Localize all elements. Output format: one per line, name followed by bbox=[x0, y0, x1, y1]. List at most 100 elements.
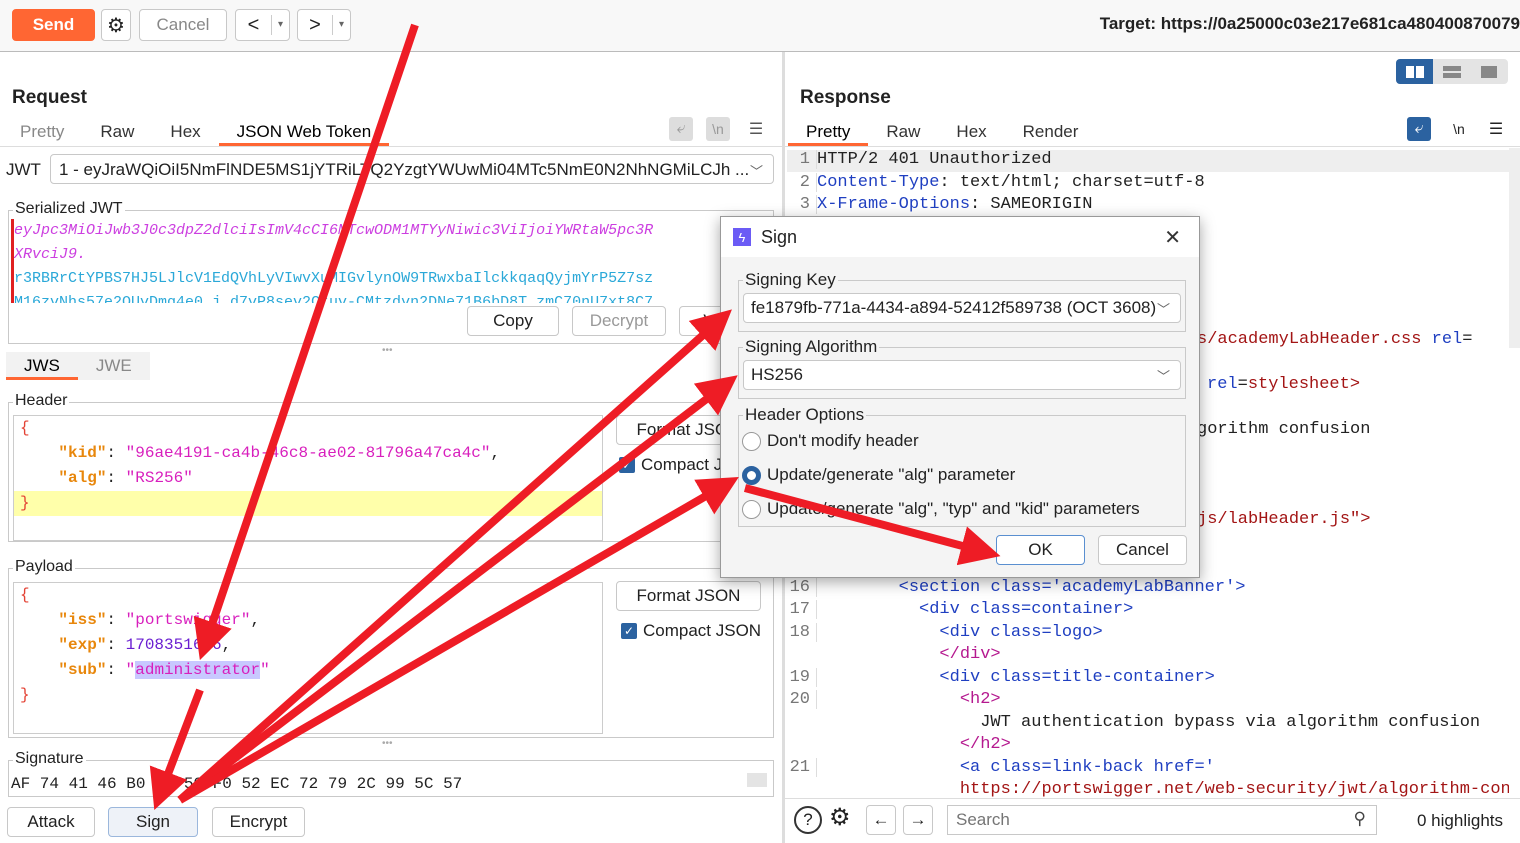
request-title: Request bbox=[12, 87, 87, 108]
close-icon[interactable]: ✕ bbox=[1164, 225, 1181, 250]
tab-render[interactable]: Render bbox=[1005, 118, 1097, 146]
radio-dont-modify-header[interactable]: Don't modify header bbox=[742, 426, 919, 456]
settings-button[interactable]: ⚙ bbox=[101, 9, 131, 41]
gear-icon: ⚙ bbox=[107, 14, 125, 37]
response-tabs: Pretty Raw Hex Render bbox=[788, 118, 1096, 146]
search-icon[interactable]: ⚲ bbox=[1354, 809, 1366, 829]
response-line: gorithm confusion bbox=[1197, 420, 1371, 439]
signature-hex[interactable]: AF 74 41 46 B0 4D 50 F0 52 EC 72 79 2C 9… bbox=[11, 773, 462, 795]
target-url[interactable]: Target: https://0a25000c03e217e681ca4804… bbox=[1100, 14, 1520, 34]
exp-value: 1708351626 bbox=[125, 636, 222, 654]
back-dropdown-icon[interactable]: ▾ bbox=[271, 15, 289, 35]
dialog-cancel-button[interactable]: Cancel bbox=[1098, 535, 1187, 565]
signing-key-value: fe1879fb-771a-4434-a894-52412f589738 (OC… bbox=[751, 298, 1157, 317]
show-newlines-button[interactable]: \n bbox=[1447, 117, 1471, 141]
wrap-lines-button[interactable]: ⤶ bbox=[1407, 117, 1431, 141]
signature-group: Signature AF 74 41 46 B0 4D 50 F0 52 EC … bbox=[8, 750, 774, 797]
jwt-signature-segment-cont: M16zvNhs57e2OUvDmg4e0_j_d7vP8sev2Ctuv-CM… bbox=[14, 294, 654, 303]
checkbox-checked-icon: ✓ bbox=[621, 623, 637, 639]
show-newlines-button[interactable]: \n bbox=[706, 117, 730, 141]
previous-match-button[interactable]: ← bbox=[866, 805, 896, 835]
response-menu-button[interactable]: ☰ bbox=[1484, 117, 1508, 141]
tabs-separator bbox=[785, 146, 1520, 147]
checkbox-checked-icon: ✓ bbox=[619, 457, 635, 473]
header-json-editor[interactable]: { "kid": "96ae4191-ca4b-46c8-ae02-81796a… bbox=[13, 415, 603, 541]
response-line: 17 <div class=container> bbox=[787, 600, 1509, 622]
response-line: 19 <div class=title-container> bbox=[787, 668, 1509, 690]
decrypt-button[interactable]: Decrypt bbox=[572, 306, 666, 336]
payload-format-json-button[interactable]: Format JSON bbox=[616, 581, 761, 611]
signing-algorithm-legend: Signing Algorithm bbox=[743, 337, 880, 357]
signing-key-select[interactable]: fe1879fb-771a-4434-a894-52412f589738 (OC… bbox=[743, 293, 1181, 323]
forward-dropdown-icon[interactable]: ▾ bbox=[332, 15, 350, 35]
radio-update-alg-typ-kid[interactable]: Update/generate "alg", "typ" and "kid" p… bbox=[742, 494, 1140, 524]
payload-compact-json-checkbox[interactable]: ✓ Compact JSON bbox=[621, 621, 761, 641]
signing-algorithm-value: HS256 bbox=[751, 365, 803, 384]
hamburger-icon: ☰ bbox=[748, 121, 764, 138]
jwt-select[interactable]: 1 - eyJraWQiOiI5NmFlNDE5MS1jYTRiLTQ2Yzgt… bbox=[50, 154, 774, 184]
tab-hex[interactable]: Hex bbox=[152, 118, 218, 146]
back-button[interactable]: < ▾ bbox=[235, 9, 290, 41]
layout-tabs-button[interactable] bbox=[1471, 59, 1508, 84]
jwt-header-segment: eyJpc3MiOiJwb3J0c3dpZ2dlciIsImV4cCI6MTcw… bbox=[14, 222, 654, 239]
radio-label: Update/generate "alg" parameter bbox=[767, 465, 1016, 484]
copy-button[interactable]: Copy bbox=[467, 306, 559, 336]
layout-side-by-side-button[interactable] bbox=[1396, 59, 1434, 84]
resize-handle[interactable]: ••• bbox=[382, 345, 393, 356]
cancel-button[interactable]: Cancel bbox=[139, 9, 227, 41]
next-match-button[interactable]: → bbox=[903, 805, 933, 835]
tab-hex[interactable]: Hex bbox=[938, 118, 1004, 146]
send-button[interactable]: Send bbox=[12, 9, 95, 41]
lightning-icon: ϟ bbox=[733, 228, 751, 246]
payload-legend: Payload bbox=[13, 558, 75, 576]
sign-button[interactable]: Sign bbox=[108, 807, 198, 837]
rows-icon bbox=[1442, 65, 1461, 78]
tab-pretty[interactable]: Pretty bbox=[2, 118, 82, 146]
forward-arrow-icon: > bbox=[309, 13, 321, 36]
chevron-down-icon: ﹀ bbox=[1156, 368, 1170, 384]
signing-algorithm-select[interactable]: HS256 ﹀ bbox=[743, 360, 1181, 390]
jwt-label: JWT bbox=[6, 160, 41, 179]
search-box: ⚲ bbox=[947, 805, 1377, 835]
gear-icon[interactable]: ⚙ bbox=[829, 803, 851, 832]
iss-value: portswigger bbox=[135, 611, 241, 629]
request-tabs: Pretty Raw Hex JSON Web Token bbox=[2, 118, 390, 146]
sign-dialog: ϟ Sign ✕ Signing Key fe1879fb-771a-4434-… bbox=[720, 216, 1200, 578]
radio-update-alg[interactable]: Update/generate "alg" parameter bbox=[742, 460, 1015, 490]
response-line: 16 <section class='academyLabBanner'> bbox=[787, 578, 1509, 600]
tab-pretty[interactable]: Pretty bbox=[788, 118, 869, 146]
serialized-jwt-legend: Serialized JWT bbox=[13, 200, 125, 218]
resize-handle[interactable]: ••• bbox=[382, 738, 393, 749]
radio-label: Update/generate "alg", "typ" and "kid" p… bbox=[767, 499, 1140, 518]
request-menu-button[interactable]: ☰ bbox=[744, 117, 768, 141]
tab-json-web-token[interactable]: JSON Web Token bbox=[218, 118, 390, 146]
tab-jws[interactable]: JWS bbox=[6, 352, 78, 380]
jwt-payload-segment: XRvciJ9. bbox=[14, 246, 87, 263]
tab-raw[interactable]: Raw bbox=[82, 118, 152, 146]
forward-button[interactable]: > ▾ bbox=[297, 9, 351, 41]
jws-jwe-tabs: JWS JWE bbox=[6, 352, 150, 380]
response-line: </h2> bbox=[959, 735, 1011, 754]
tab-raw[interactable]: Raw bbox=[868, 118, 938, 146]
response-line: https://portswigger.net/web-security/jwt… bbox=[959, 780, 1509, 798]
response-line: s/academyLabHeader.css rel= bbox=[1197, 330, 1473, 349]
payload-json-editor[interactable]: { "iss": "portswigger", "exp": 170835162… bbox=[13, 582, 603, 734]
serialized-jwt-text[interactable]: eyJpc3MiOiJwb3J0c3dpZ2dlciIsImV4cCI6MTcw… bbox=[11, 219, 771, 303]
search-input[interactable] bbox=[948, 806, 1328, 834]
ok-button[interactable]: OK bbox=[996, 535, 1085, 565]
tab-jwe[interactable]: JWE bbox=[78, 352, 150, 380]
wrap-lines-button[interactable]: ⤶ bbox=[669, 117, 693, 141]
attack-button[interactable]: Attack bbox=[7, 807, 95, 837]
newline-icon: \n bbox=[1453, 121, 1465, 137]
response-line: 18 <div class=logo> bbox=[787, 623, 1509, 645]
layout-stacked-button[interactable] bbox=[1433, 59, 1470, 84]
encrypt-button[interactable]: Encrypt bbox=[212, 807, 305, 837]
help-icon[interactable]: ? bbox=[794, 806, 822, 834]
response-line: rel=stylesheet> bbox=[1207, 375, 1361, 394]
response-scrollbar[interactable] bbox=[1509, 148, 1520, 348]
signing-algorithm-group: Signing Algorithm HS256 ﹀ bbox=[738, 337, 1186, 399]
chevron-down-icon: ﹀ bbox=[1156, 301, 1170, 317]
response-line: JWT authentication bypass via algorithm … bbox=[980, 713, 1481, 732]
signature-scrollbar[interactable] bbox=[747, 773, 767, 787]
radio-unselected-icon bbox=[742, 431, 761, 451]
